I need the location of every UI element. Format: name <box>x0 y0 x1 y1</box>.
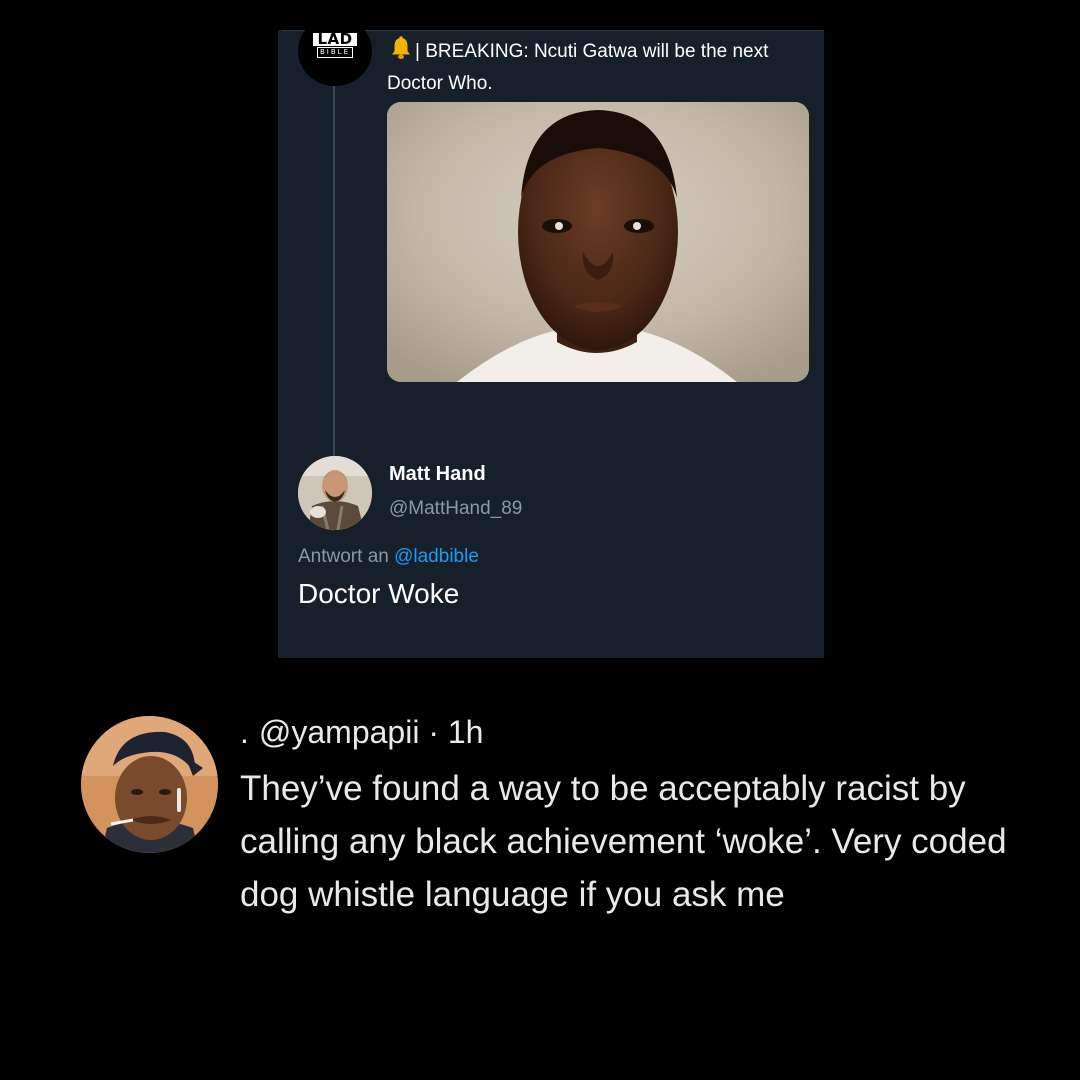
tweet-author-handle[interactable]: @yampapii <box>259 714 420 750</box>
reply-text: Doctor Woke <box>298 578 460 609</box>
portrait-illustration <box>387 102 809 382</box>
dot-marker: . <box>240 714 249 750</box>
tweet-header: . @yampapii · 1h <box>240 714 483 751</box>
reply-author-name[interactable]: Matt Hand <box>389 463 486 486</box>
embedded-tweet-screenshot: LAD BIBLE | BREAKING: Ncuti Gatwa will b… <box>278 16 824 658</box>
replying-to-label: Antwort an @ladbible <box>298 546 479 568</box>
tweet-headline: | BREAKING: Ncuti Gatwa will be the next… <box>387 41 769 94</box>
ladbible-avatar[interactable]: LAD BIBLE <box>298 16 372 86</box>
replying-to-prefix: Antwort an <box>298 546 389 567</box>
avatar-illustration <box>81 716 218 853</box>
reply-author-handle[interactable]: @MattHand_89 <box>389 498 522 520</box>
logo-lad-text: LAD <box>313 32 357 47</box>
thread-line <box>333 86 335 464</box>
mention-link[interactable]: @ladbible <box>394 546 479 567</box>
avatar-illustration <box>298 456 372 530</box>
matt-hand-avatar[interactable] <box>298 456 372 530</box>
tweet-body: They’ve found a way to be acceptably rac… <box>240 769 1007 914</box>
logo-bible-text: BIBLE <box>317 47 353 58</box>
portrait-image[interactable] <box>387 102 809 382</box>
tweet-timestamp[interactable]: · 1h <box>428 714 483 750</box>
yampapii-avatar[interactable] <box>81 716 218 853</box>
